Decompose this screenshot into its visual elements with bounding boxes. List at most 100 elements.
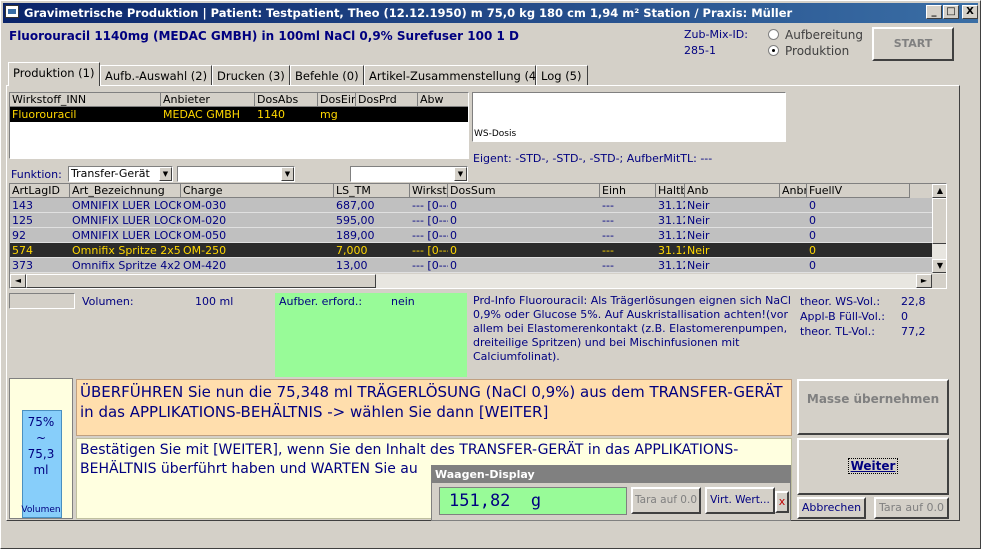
scroll-left-icon[interactable]: ◄ — [10, 274, 26, 288]
cell: 31.12.12 00:00 — [658, 259, 685, 272]
cell: OMNIFIX LUER LOCK SOLO 100X20 ml SRI / B — [72, 214, 181, 227]
funktion-label: Funktion: — [11, 168, 62, 181]
tab-aufb-auswahl[interactable]: Aufb.-Auswahl (2) — [100, 65, 212, 85]
col-header[interactable]: FuellV — [807, 184, 910, 198]
ws-dosis-label: WS-Dosis — [474, 129, 517, 139]
chevron-down-icon[interactable]: ▼ — [454, 167, 467, 181]
cell: --- — [602, 229, 614, 242]
col-header[interactable]: DosEin — [318, 93, 356, 107]
radio-produktion[interactable] — [768, 45, 779, 56]
cell: OM-030 — [183, 199, 227, 212]
volumen-value: 100 ml — [195, 295, 234, 308]
cell: MEDAC GMBH — [163, 108, 241, 121]
cell: --- — [602, 259, 614, 272]
waagen-close-button[interactable]: x — [775, 491, 789, 513]
col-header[interactable]: Anbr_Dat — [780, 184, 807, 198]
tab-drucken[interactable]: Drucken (3) — [212, 65, 290, 85]
cell — [780, 243, 807, 258]
ws-dosis-box: WS-Dosis — [472, 92, 786, 142]
table-row[interactable]: 92 OMNIFIX LUER LOCK SOLO LF 100X5 ml SRI… — [10, 228, 932, 243]
start-button[interactable]: START — [872, 27, 954, 61]
col-header[interactable]: Wirkstoff — [410, 184, 448, 198]
close-button[interactable]: X — [962, 5, 978, 19]
scroll-down-icon[interactable]: ▼ — [932, 259, 946, 273]
vertical-scrollbar[interactable]: ▲ ▼ — [932, 184, 946, 274]
zub-mix-label: Zub-Mix-ID: — [684, 28, 748, 41]
minimize-button[interactable]: _ — [926, 5, 942, 19]
masse-uebernehmen-button[interactable]: Masse übernehmen — [797, 379, 949, 435]
table-row[interactable]: 373 Omnifix Spritze 4x20ml 1 St / B. BRAU… — [10, 258, 932, 273]
tara-button-bottom[interactable]: Tara auf 0.0 — [874, 497, 949, 519]
col-header[interactable]: DosPrd — [356, 93, 418, 107]
col-header[interactable]: Art_Bezeichnung — [70, 184, 181, 198]
col-header[interactable]: ArtLagID — [10, 184, 70, 198]
col-header[interactable]: Abw — [418, 93, 468, 107]
cell: Omnifix Spritze 2x50ml 1 St / B. BRAUN M… — [72, 244, 181, 257]
cell: 0 — [809, 214, 816, 227]
horizontal-scrollbar[interactable]: ◄ ► — [10, 274, 932, 288]
tab-befehle[interactable]: Befehle (0) — [290, 65, 364, 85]
col-header[interactable]: Anbieter — [161, 93, 255, 107]
table-row[interactable]: 125 OMNIFIX LUER LOCK SOLO 100X20 ml SRI … — [10, 213, 932, 228]
scroll-right-icon[interactable]: ► — [916, 274, 932, 288]
main-window: Gravimetrische Produktion | Patient: Tes… — [0, 0, 981, 549]
cell: 595,00 — [336, 214, 375, 227]
cell: --- — [602, 214, 614, 227]
cell: 0 — [809, 259, 816, 272]
tara-button[interactable]: Tara auf 0.0 — [631, 487, 701, 514]
cell: 92 — [12, 229, 26, 242]
col-header[interactable]: DosSum — [448, 184, 600, 198]
tab-log[interactable]: Log (5) — [536, 65, 588, 85]
wirkstoff-table[interactable]: Wirkstoff_INN Anbieter DosAbs DosEin Dos… — [9, 92, 469, 159]
cell: 125 — [12, 214, 33, 227]
cell: OM-250 — [183, 244, 227, 257]
virt-wert-button[interactable]: Virt. Wert... — [705, 487, 775, 514]
scroll-thumb[interactable] — [932, 198, 946, 244]
gauge-tilde: ~ — [35, 431, 47, 445]
col-header[interactable]: Anb — [685, 184, 780, 198]
cell: OM-020 — [183, 214, 227, 227]
funktion-select-3[interactable]: ▼ — [350, 166, 468, 182]
cell — [356, 107, 418, 122]
cell: --- [0---] — [412, 199, 448, 212]
article-table[interactable]: ArtLagID Art_Bezeichnung Charge LS_TM Wirkst… — [9, 183, 947, 289]
cell: 0 — [450, 214, 457, 227]
col-header[interactable]: Einh — [600, 184, 656, 198]
theor-tl-value: 77,2 — [901, 325, 926, 338]
col-header[interactable]: DosAbs — [255, 93, 318, 107]
radio-aufbereitung[interactable] — [768, 29, 779, 40]
cell: 687,00 — [336, 199, 375, 212]
gauge-percent: 75% — [27, 415, 55, 429]
table-row[interactable]: 143 OMNIFIX LUER LOCK SOLO 100X30 ml SRI … — [10, 198, 932, 213]
maximize-button[interactable]: □ — [943, 5, 959, 19]
funktion-select-2[interactable]: ▼ — [177, 166, 295, 182]
funktion-select[interactable]: Transfer-Gerät ▼ — [68, 166, 173, 182]
cell: Omnifix Spritze 4x20ml 1 St / B. BRAUN M… — [72, 259, 181, 272]
col-header[interactable]: Haltb_Dat — [656, 184, 685, 198]
abbrechen-button[interactable]: Abbrechen — [797, 497, 866, 519]
col-header[interactable]: LS_TM — [334, 184, 410, 198]
table-row-selected[interactable]: Fluorouracil MEDAC GMBH 1140 mg — [10, 107, 468, 122]
cell — [418, 107, 468, 122]
cell: Neir — [687, 199, 710, 212]
info-small-box — [9, 293, 75, 309]
weiter-button[interactable]: Weiter — [797, 438, 949, 495]
col-header[interactable]: Charge — [181, 184, 334, 198]
radio-produktion-label: Produktion — [785, 44, 850, 58]
theor-tl-label: theor. TL-Vol.: — [800, 325, 875, 338]
tab-artikel-zusammenstellung[interactable]: Artikel-Zusammenstellung (4) — [364, 65, 541, 85]
zub-mix-value: 285-1 — [684, 44, 716, 57]
cell: 1140 — [257, 108, 285, 121]
col-header[interactable]: Wirkstoff_INN — [10, 93, 161, 107]
cell: OM-420 — [183, 259, 227, 272]
scroll-up-icon[interactable]: ▲ — [932, 184, 946, 198]
cell: 7,000 — [336, 244, 368, 257]
scroll-thumb-h[interactable] — [26, 274, 376, 288]
app-icon — [5, 5, 19, 18]
cell: 143 — [12, 199, 33, 212]
table-row-selected[interactable]: 574 Omnifix Spritze 2x50ml 1 St / B. BRAU… — [10, 243, 932, 258]
chevron-down-icon[interactable]: ▼ — [281, 167, 294, 181]
chevron-down-icon[interactable]: ▼ — [159, 167, 172, 181]
tab-produktion[interactable]: Produktion (1) — [8, 62, 100, 86]
aufber-panel: Aufber. erford.: nein — [275, 293, 467, 377]
